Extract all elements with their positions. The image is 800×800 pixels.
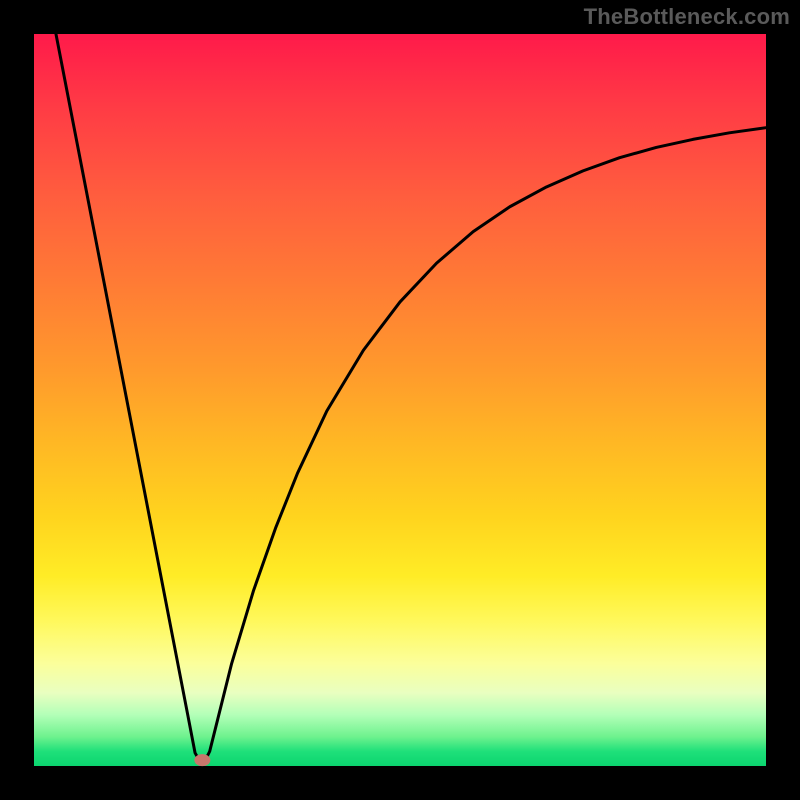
plot-area <box>34 34 766 766</box>
bottleneck-curve <box>56 34 766 766</box>
chart-frame: TheBottleneck.com <box>0 0 800 800</box>
watermark-text: TheBottleneck.com <box>584 4 790 30</box>
minimum-marker <box>194 754 210 766</box>
curve-svg <box>34 34 766 766</box>
